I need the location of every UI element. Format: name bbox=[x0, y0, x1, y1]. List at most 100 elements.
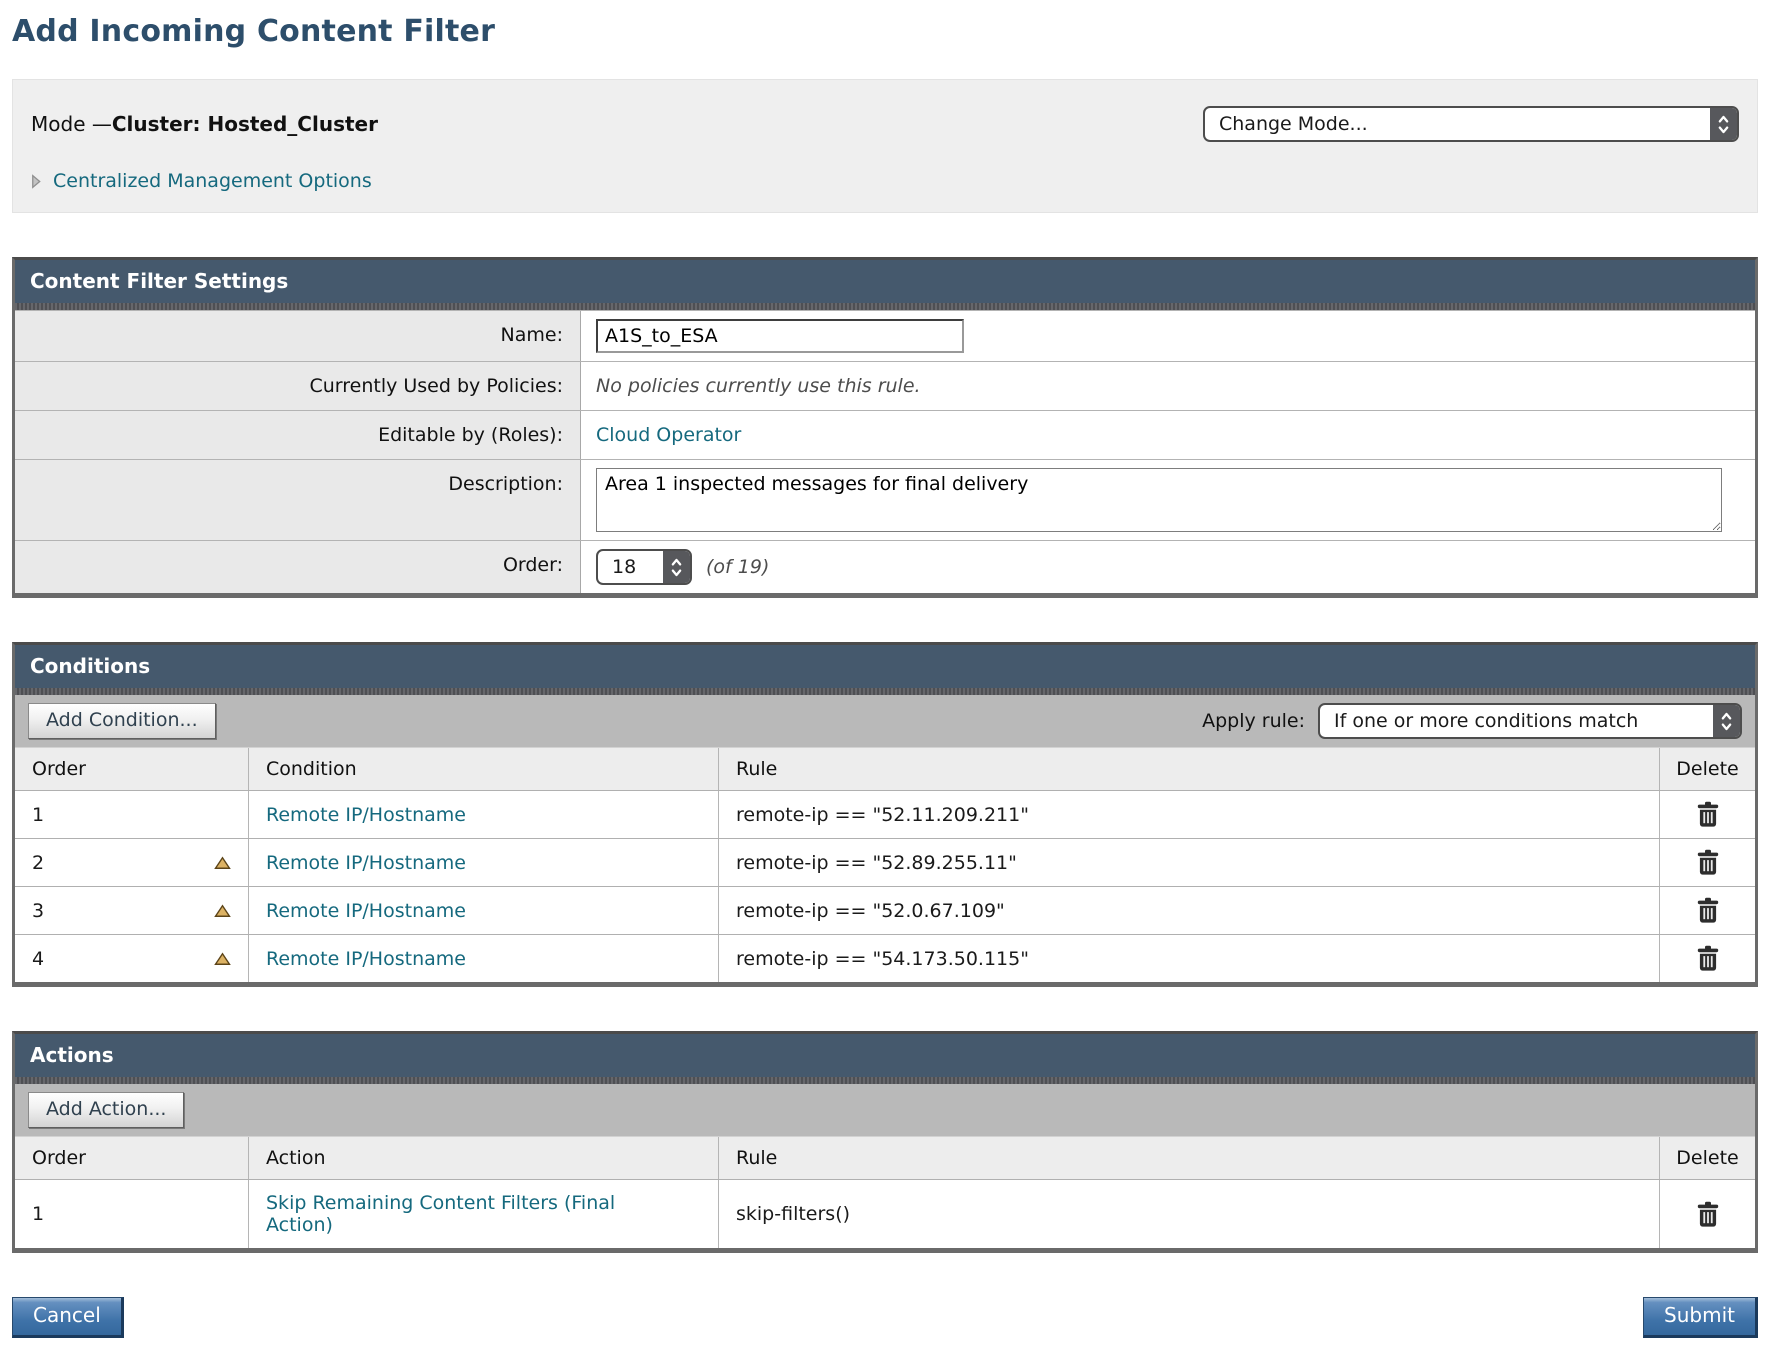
settings-row-roles: Editable by (Roles): Cloud Operator bbox=[15, 410, 1755, 459]
apply-rule-select-value: If one or more conditions match bbox=[1320, 705, 1713, 737]
delete-icon[interactable] bbox=[1696, 801, 1720, 828]
cloud-operator-link[interactable]: Cloud Operator bbox=[596, 424, 741, 446]
rule-cell: remote-ip == "52.11.209.211" bbox=[718, 791, 1659, 838]
condition-link[interactable]: Remote IP/Hostname bbox=[266, 852, 466, 874]
page-title: Add Incoming Content Filter bbox=[12, 14, 1758, 49]
order-cell: 2 bbox=[15, 839, 248, 886]
content-filter-settings-section: Content Filter Settings Name: Currently … bbox=[12, 257, 1758, 598]
actions-table-header: Order Action Rule Delete bbox=[15, 1136, 1755, 1179]
conditions-section: Conditions Add Condition... Apply rule: … bbox=[12, 642, 1758, 987]
move-up-icon[interactable] bbox=[214, 856, 231, 870]
action-link[interactable]: Skip Remaining Content Filters (Final Ac… bbox=[266, 1192, 656, 1236]
name-value-cell bbox=[581, 311, 1755, 361]
mode-row: Mode —Cluster: Hosted_Cluster Change Mod… bbox=[31, 106, 1739, 142]
col-delete: Delete bbox=[1659, 1137, 1755, 1179]
rule-cell: remote-ip == "52.0.67.109" bbox=[718, 887, 1659, 934]
centralized-management-row: Centralized Management Options bbox=[31, 170, 1739, 192]
actions-header-strip bbox=[15, 1077, 1755, 1084]
select-spinner-icon bbox=[663, 551, 690, 583]
actions-section: Actions Add Action... Order Action Rule … bbox=[12, 1031, 1758, 1253]
delete-icon[interactable] bbox=[1696, 897, 1720, 924]
change-mode-select[interactable]: Change Mode... bbox=[1203, 106, 1739, 142]
actions-section-header: Actions bbox=[15, 1034, 1755, 1077]
delete-icon[interactable] bbox=[1696, 945, 1720, 972]
apply-rule-label: Apply rule: bbox=[1202, 710, 1305, 732]
centralized-management-link[interactable]: Centralized Management Options bbox=[53, 170, 372, 192]
condition-cell: Remote IP/Hostname bbox=[248, 887, 718, 934]
col-condition: Condition bbox=[248, 748, 718, 790]
order-cell: 1 bbox=[15, 791, 248, 838]
condition-cell: Remote IP/Hostname bbox=[248, 839, 718, 886]
delete-icon[interactable] bbox=[1696, 1201, 1720, 1228]
description-label: Description: bbox=[15, 460, 581, 540]
apply-rule-select[interactable]: If one or more conditions match bbox=[1318, 703, 1742, 739]
roles-value-cell: Cloud Operator bbox=[581, 411, 1755, 459]
action-row: 1 Skip Remaining Content Filters (Final … bbox=[15, 1179, 1755, 1248]
condition-cell: Remote IP/Hostname bbox=[248, 791, 718, 838]
rule-cell: remote-ip == "52.89.255.11" bbox=[718, 839, 1659, 886]
select-spinner-icon bbox=[1713, 705, 1740, 737]
settings-section-header: Content Filter Settings bbox=[15, 260, 1755, 303]
settings-row-order: Order: 18 (of 19) bbox=[15, 540, 1755, 593]
add-action-button[interactable]: Add Action... bbox=[28, 1092, 184, 1128]
order-select-value: 18 bbox=[598, 551, 663, 583]
move-up-icon[interactable] bbox=[214, 904, 231, 918]
policies-value-cell: No policies currently use this rule. bbox=[581, 362, 1755, 410]
name-label: Name: bbox=[15, 311, 581, 361]
description-value-cell: Area 1 inspected messages for final deli… bbox=[581, 460, 1755, 540]
action-cell: Skip Remaining Content Filters (Final Ac… bbox=[248, 1180, 718, 1248]
condition-row: 2 Remote IP/Hostname remote-ip == "52.89… bbox=[15, 838, 1755, 886]
condition-row: 3 Remote IP/Hostname remote-ip == "52.0.… bbox=[15, 886, 1755, 934]
order-value-cell: 18 (of 19) bbox=[581, 541, 1755, 593]
settings-header-strip bbox=[15, 303, 1755, 310]
change-mode-select-value: Change Mode... bbox=[1205, 108, 1710, 140]
order-cell: 3 bbox=[15, 887, 248, 934]
condition-row: 4 Remote IP/Hostname remote-ip == "54.17… bbox=[15, 934, 1755, 982]
description-textarea[interactable]: Area 1 inspected messages for final deli… bbox=[596, 468, 1722, 532]
disclosure-caret-icon[interactable] bbox=[31, 174, 42, 189]
col-order: Order bbox=[15, 1137, 248, 1179]
cancel-button[interactable]: Cancel bbox=[12, 1297, 124, 1338]
rule-cell: remote-ip == "54.173.50.115" bbox=[718, 935, 1659, 982]
conditions-toolbar: Add Condition... Apply rule: If one or m… bbox=[15, 695, 1755, 747]
move-up-icon[interactable] bbox=[214, 952, 231, 966]
order-cell: 4 bbox=[15, 935, 248, 982]
order-cell: 1 bbox=[15, 1180, 248, 1248]
col-rule: Rule bbox=[718, 1137, 1659, 1179]
delete-cell bbox=[1659, 887, 1755, 934]
settings-row-name: Name: bbox=[15, 310, 1755, 361]
conditions-header-strip bbox=[15, 688, 1755, 695]
policies-label: Currently Used by Policies: bbox=[15, 362, 581, 410]
col-delete: Delete bbox=[1659, 748, 1755, 790]
condition-link[interactable]: Remote IP/Hostname bbox=[266, 804, 466, 826]
delete-cell bbox=[1659, 1180, 1755, 1248]
order-total: (of 19) bbox=[706, 556, 769, 578]
order-label: Order: bbox=[15, 541, 581, 593]
mode-panel: Mode —Cluster: Hosted_Cluster Change Mod… bbox=[12, 79, 1758, 213]
conditions-section-header: Conditions bbox=[15, 645, 1755, 688]
conditions-table-header: Order Condition Rule Delete bbox=[15, 747, 1755, 790]
mode-label: Mode — bbox=[31, 112, 112, 136]
col-order: Order bbox=[15, 748, 248, 790]
mode-value: Cluster: Hosted_Cluster bbox=[112, 112, 378, 136]
apply-rule-group: Apply rule: If one or more conditions ma… bbox=[1202, 703, 1742, 739]
settings-row-policies: Currently Used by Policies: No policies … bbox=[15, 361, 1755, 410]
delete-cell bbox=[1659, 839, 1755, 886]
delete-cell bbox=[1659, 935, 1755, 982]
submit-button[interactable]: Submit bbox=[1643, 1297, 1758, 1338]
condition-link[interactable]: Remote IP/Hostname bbox=[266, 900, 466, 922]
add-condition-button[interactable]: Add Condition... bbox=[28, 703, 216, 739]
condition-link[interactable]: Remote IP/Hostname bbox=[266, 948, 466, 970]
select-spinner-icon bbox=[1710, 108, 1737, 140]
order-select[interactable]: 18 bbox=[596, 549, 692, 585]
delete-icon[interactable] bbox=[1696, 849, 1720, 876]
name-input[interactable] bbox=[596, 319, 964, 353]
condition-cell: Remote IP/Hostname bbox=[248, 935, 718, 982]
condition-row: 1 Remote IP/Hostname remote-ip == "52.11… bbox=[15, 790, 1755, 838]
policies-value: No policies currently use this rule. bbox=[596, 375, 921, 397]
actions-toolbar: Add Action... bbox=[15, 1084, 1755, 1136]
page: Add Incoming Content Filter Mode —Cluste… bbox=[0, 0, 1770, 1362]
col-action: Action bbox=[248, 1137, 718, 1179]
footer: Cancel Submit bbox=[12, 1297, 1758, 1338]
settings-row-description: Description: Area 1 inspected messages f… bbox=[15, 459, 1755, 540]
